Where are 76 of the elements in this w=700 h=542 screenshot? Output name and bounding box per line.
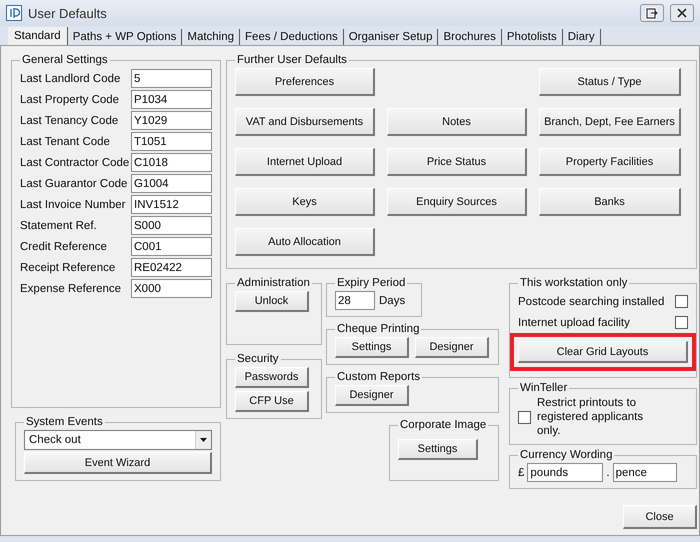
settings-button[interactable]: Price Status [387, 148, 527, 176]
settings-button[interactable]: Branch, Dept, Fee Earners [539, 108, 681, 136]
field-label: Last Tenancy Code [20, 114, 118, 126]
close-dialog-button[interactable]: Close [623, 505, 697, 529]
separator-label: . [606, 466, 610, 478]
input-field[interactable]: 28 [335, 291, 375, 310]
option-label: Internet upload facility [518, 316, 630, 328]
group-title: Security [236, 353, 280, 365]
input-field[interactable]: T1051 [131, 132, 212, 151]
settings-button[interactable]: Banks [539, 188, 681, 216]
settings-button[interactable]: Internet Upload [235, 148, 375, 176]
cheque-button[interactable]: Designer [415, 337, 489, 358]
input-field[interactable]: pence [612, 463, 677, 482]
field-label: Last Contractor Code [20, 156, 130, 168]
settings-button[interactable]: Notes [387, 108, 527, 136]
close-icon [677, 8, 687, 18]
settings-button[interactable]: Status / Type [539, 68, 681, 96]
input-field[interactable]: P1034 [131, 90, 212, 109]
window-exit-icon [646, 8, 658, 19]
field-label: Credit Reference [20, 240, 107, 252]
group-title: System Events [25, 416, 104, 428]
settings-button[interactable]: Settings [398, 439, 478, 460]
input-field[interactable]: C1018 [131, 153, 212, 172]
window-title: User Defaults [28, 6, 108, 21]
event-wizard-button[interactable]: Event Wizard [24, 452, 212, 474]
checkbox[interactable] [675, 295, 688, 308]
settings-button[interactable]: Preferences [235, 68, 375, 96]
currency-symbol: £ [518, 466, 524, 478]
group-title: Administration [236, 277, 311, 289]
settings-button[interactable]: Property Facilities [539, 148, 681, 176]
field-label: Statement Ref. [20, 220, 97, 232]
unlock-button[interactable]: Unlock [235, 291, 309, 312]
input-field[interactable]: G1004 [131, 174, 212, 193]
group-title: WinTeller [519, 382, 568, 394]
checkbox[interactable] [518, 410, 531, 424]
input-field[interactable]: C001 [131, 237, 212, 256]
settings-button[interactable]: Auto Allocation [235, 228, 375, 256]
input-field[interactable]: RE02422 [131, 258, 212, 277]
input-field[interactable]: Y1029 [131, 111, 212, 130]
settings-button[interactable]: Enquiry Sources [387, 188, 527, 216]
group-title: Corporate Image [399, 419, 488, 431]
settings-button[interactable]: VAT and Disbursements [235, 108, 375, 136]
security-button[interactable]: CFP Use [235, 391, 309, 412]
field-label: Last Landlord Code [20, 72, 120, 84]
settings-button[interactable]: Keys [235, 188, 375, 216]
input-field[interactable]: 5 [131, 69, 212, 88]
unit-label: Days [379, 294, 406, 306]
designer-button[interactable]: Designer [335, 385, 409, 406]
app-icon [6, 5, 22, 22]
input-field[interactable]: X000 [131, 279, 212, 298]
group-title: Expiry Period [336, 277, 406, 289]
input-field[interactable]: S000 [131, 216, 212, 235]
clear-grid-layouts-button[interactable]: Clear Grid Layouts [518, 341, 688, 363]
field-label: Expense Reference [20, 282, 122, 294]
option-label: Restrict printouts to registered applicants only. [537, 396, 644, 438]
checkbox[interactable] [675, 316, 688, 329]
event-dropdown[interactable]: Check out [24, 430, 212, 450]
group-title: Cheque Printing [336, 323, 420, 335]
cheque-button[interactable]: Settings [335, 337, 409, 358]
close-button[interactable] [670, 4, 694, 22]
tab[interactable]: Standard [8, 27, 68, 46]
input-field[interactable]: pounds [527, 463, 604, 482]
field-label: Last Property Code [20, 94, 120, 106]
group-title: Further User Defaults [236, 54, 348, 66]
group-title: Custom Reports [336, 371, 422, 383]
restore-button[interactable] [640, 4, 664, 22]
field-label: Last Guarantor Code [20, 178, 128, 190]
security-button[interactable]: Passwords [235, 367, 309, 388]
field-label: Receipt Reference [20, 262, 116, 274]
field-label: Last Invoice Number [20, 198, 126, 210]
option-label: Postcode searching installed [518, 296, 664, 308]
group-title: Currency Wording [519, 449, 614, 461]
field-label: Last Tenant Code [20, 136, 110, 148]
group-title: General Settings [21, 54, 109, 66]
input-field[interactable]: INV1512 [131, 195, 212, 214]
group-title: This workstation only [519, 277, 628, 289]
